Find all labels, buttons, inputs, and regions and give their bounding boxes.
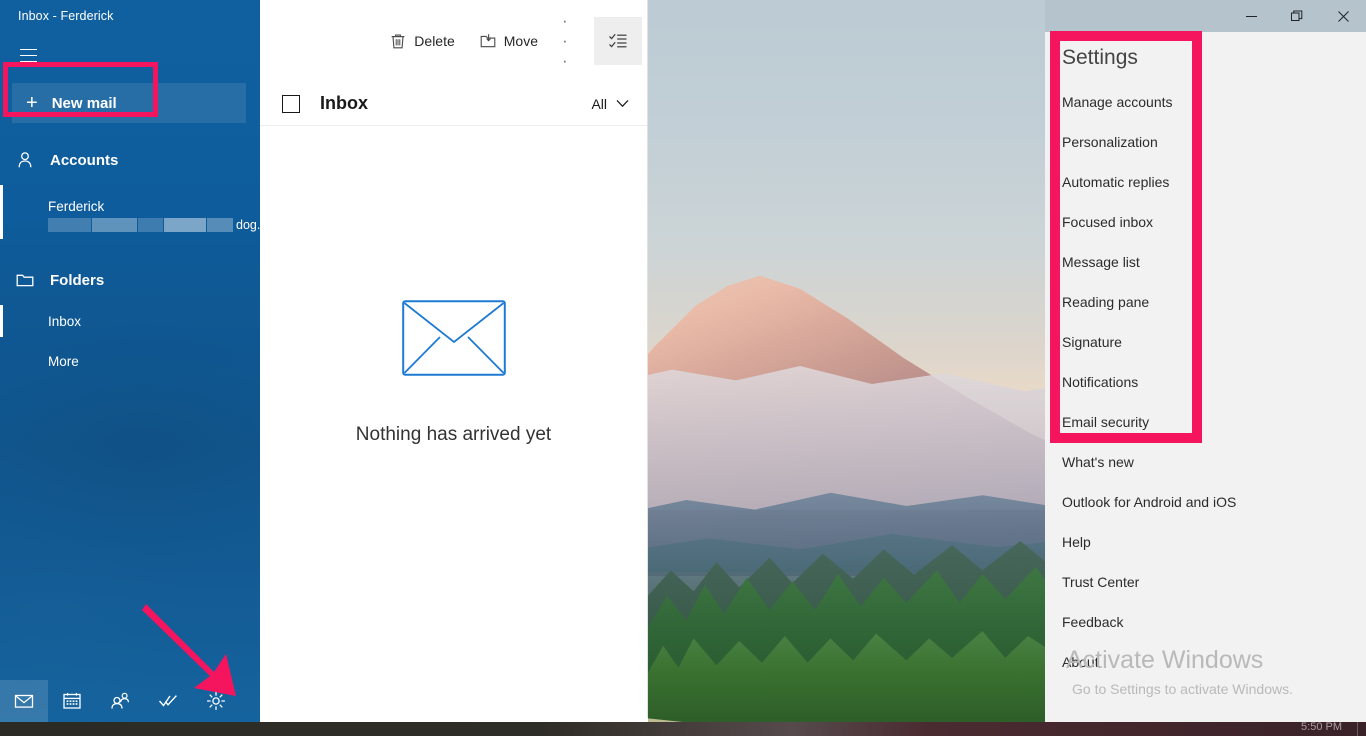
settings-item-signature[interactable]: Signature xyxy=(1045,322,1366,362)
sidebar-item-more-label: More xyxy=(48,353,79,369)
account-name: Ferderick xyxy=(48,198,105,214)
empty-state-message: Nothing has arrived yet xyxy=(355,424,552,445)
checklist-icon xyxy=(609,33,627,48)
chevron-down-icon xyxy=(616,99,629,108)
message-list-header: Inbox All xyxy=(260,82,647,126)
mail-icon[interactable] xyxy=(0,680,48,722)
todo-icon[interactable] xyxy=(144,680,192,722)
settings-item-focused-inbox[interactable]: Focused inbox xyxy=(1045,202,1366,242)
folders-section-header[interactable]: Folders xyxy=(0,259,260,301)
empty-state: Nothing has arrived yet xyxy=(260,300,647,446)
settings-item-label: Message list xyxy=(1062,254,1140,270)
more-commands-label: · · · xyxy=(562,11,570,70)
accounts-section-header[interactable]: Accounts xyxy=(0,139,260,181)
settings-item-help[interactable]: Help xyxy=(1045,522,1366,562)
filter-dropdown[interactable]: All xyxy=(591,96,629,112)
settings-item-label: Automatic replies xyxy=(1062,174,1170,190)
gear-icon[interactable] xyxy=(192,680,240,722)
settings-item-list: Manage accounts Personalization Automatic … xyxy=(1045,70,1366,682)
window-controls xyxy=(1228,0,1366,32)
filter-label: All xyxy=(591,95,607,112)
folders-section-label: Folders xyxy=(50,271,105,289)
settings-item-manage-accounts[interactable]: Manage accounts xyxy=(1045,82,1366,122)
delete-button[interactable]: Delete xyxy=(377,18,466,64)
settings-title: Settings xyxy=(1062,46,1138,69)
window-title-bar xyxy=(1045,0,1366,32)
settings-item-about[interactable]: About xyxy=(1045,642,1366,682)
settings-item-label: Personalization xyxy=(1062,134,1158,150)
sidebar-item-account-ferderick[interactable]: Ferderick dog... xyxy=(0,181,260,243)
message-list-toolbar: Delete Move · · · xyxy=(260,0,647,82)
more-commands-button[interactable]: · · · xyxy=(550,11,594,70)
settings-item-label: Email security xyxy=(1062,414,1150,430)
new-mail-label: New mail xyxy=(51,94,117,112)
move-button[interactable]: Move xyxy=(467,18,550,64)
settings-item-reading-pane[interactable]: Reading pane xyxy=(1045,282,1366,322)
settings-item-notifications[interactable]: Notifications xyxy=(1045,362,1366,402)
settings-item-email-security[interactable]: Email security xyxy=(1045,402,1366,442)
taskbar-show-desktop[interactable] xyxy=(1357,722,1358,736)
settings-item-label: Notifications xyxy=(1062,374,1139,390)
settings-item-label: About xyxy=(1062,654,1099,670)
maximize-restore-button[interactable] xyxy=(1274,0,1320,32)
screen: Inbox - Ferderick + New mail Accounts Fe… xyxy=(0,0,1366,736)
sidebar-bottom-bar xyxy=(0,680,260,722)
trash-icon xyxy=(391,34,405,49)
new-mail-wrapper: + New mail xyxy=(0,62,260,123)
settings-item-label: Signature xyxy=(1062,334,1122,350)
sidebar-item-inbox-label: Inbox xyxy=(48,313,82,329)
folder-title: Inbox xyxy=(320,93,368,113)
taskbar[interactable]: 5:50 PM xyxy=(0,721,1366,736)
sidebar-item-more[interactable]: More xyxy=(0,341,260,381)
settings-item-label: Trust Center xyxy=(1062,574,1140,590)
settings-item-label: Manage accounts xyxy=(1062,94,1173,110)
settings-item-label: Help xyxy=(1062,534,1091,550)
settings-item-trust-center[interactable]: Trust Center xyxy=(1045,562,1366,602)
sidebar-item-inbox[interactable]: Inbox xyxy=(0,301,260,341)
people-icon[interactable] xyxy=(96,680,144,722)
settings-flyout: Settings Manage accounts Personalization A… xyxy=(1045,32,1366,722)
minimize-button[interactable] xyxy=(1228,0,1274,32)
close-button[interactable] xyxy=(1320,0,1366,32)
delete-label: Delete xyxy=(414,33,455,49)
settings-item-message-list[interactable]: Message list xyxy=(1045,242,1366,282)
message-list-pane: Delete Move · · · Inbox All Nothing has … xyxy=(260,0,648,722)
settings-item-outlook-for-android-and-ios[interactable]: Outlook for Android and iOS xyxy=(1045,482,1366,522)
plus-icon: + xyxy=(26,92,38,114)
settings-item-label: What's new xyxy=(1062,454,1134,470)
settings-item-label: Outlook for Android and iOS xyxy=(1062,494,1237,510)
envelope-icon xyxy=(401,300,506,376)
settings-item-what-s-new[interactable]: What's new xyxy=(1045,442,1366,482)
taskbar-clock[interactable]: 5:50 PM xyxy=(1301,721,1342,733)
sidebar: Inbox - Ferderick + New mail Accounts Fe… xyxy=(0,0,260,722)
calendar-icon[interactable] xyxy=(48,680,96,722)
folder-icon xyxy=(14,271,36,289)
account-email-redacted: dog... xyxy=(48,217,260,232)
hamburger-icon[interactable] xyxy=(4,35,52,75)
accounts-section-label: Accounts xyxy=(50,151,119,169)
person-icon xyxy=(14,151,36,169)
new-mail-button[interactable]: + New mail xyxy=(12,83,246,123)
account-email-tail: dog... xyxy=(236,217,260,232)
settings-item-label: Focused inbox xyxy=(1062,214,1154,230)
settings-item-label: Reading pane xyxy=(1062,294,1150,310)
settings-item-feedback[interactable]: Feedback xyxy=(1045,602,1366,642)
settings-item-automatic-replies[interactable]: Automatic replies xyxy=(1045,162,1366,202)
select-all-checkbox[interactable] xyxy=(282,94,300,113)
settings-item-personalization[interactable]: Personalization xyxy=(1045,122,1366,162)
selection-mode-button[interactable] xyxy=(594,17,642,65)
move-folder-icon xyxy=(480,34,496,48)
move-label: Move xyxy=(503,33,538,49)
settings-item-label: Feedback xyxy=(1062,614,1124,630)
app-title: Inbox - Ferderick xyxy=(18,9,114,23)
